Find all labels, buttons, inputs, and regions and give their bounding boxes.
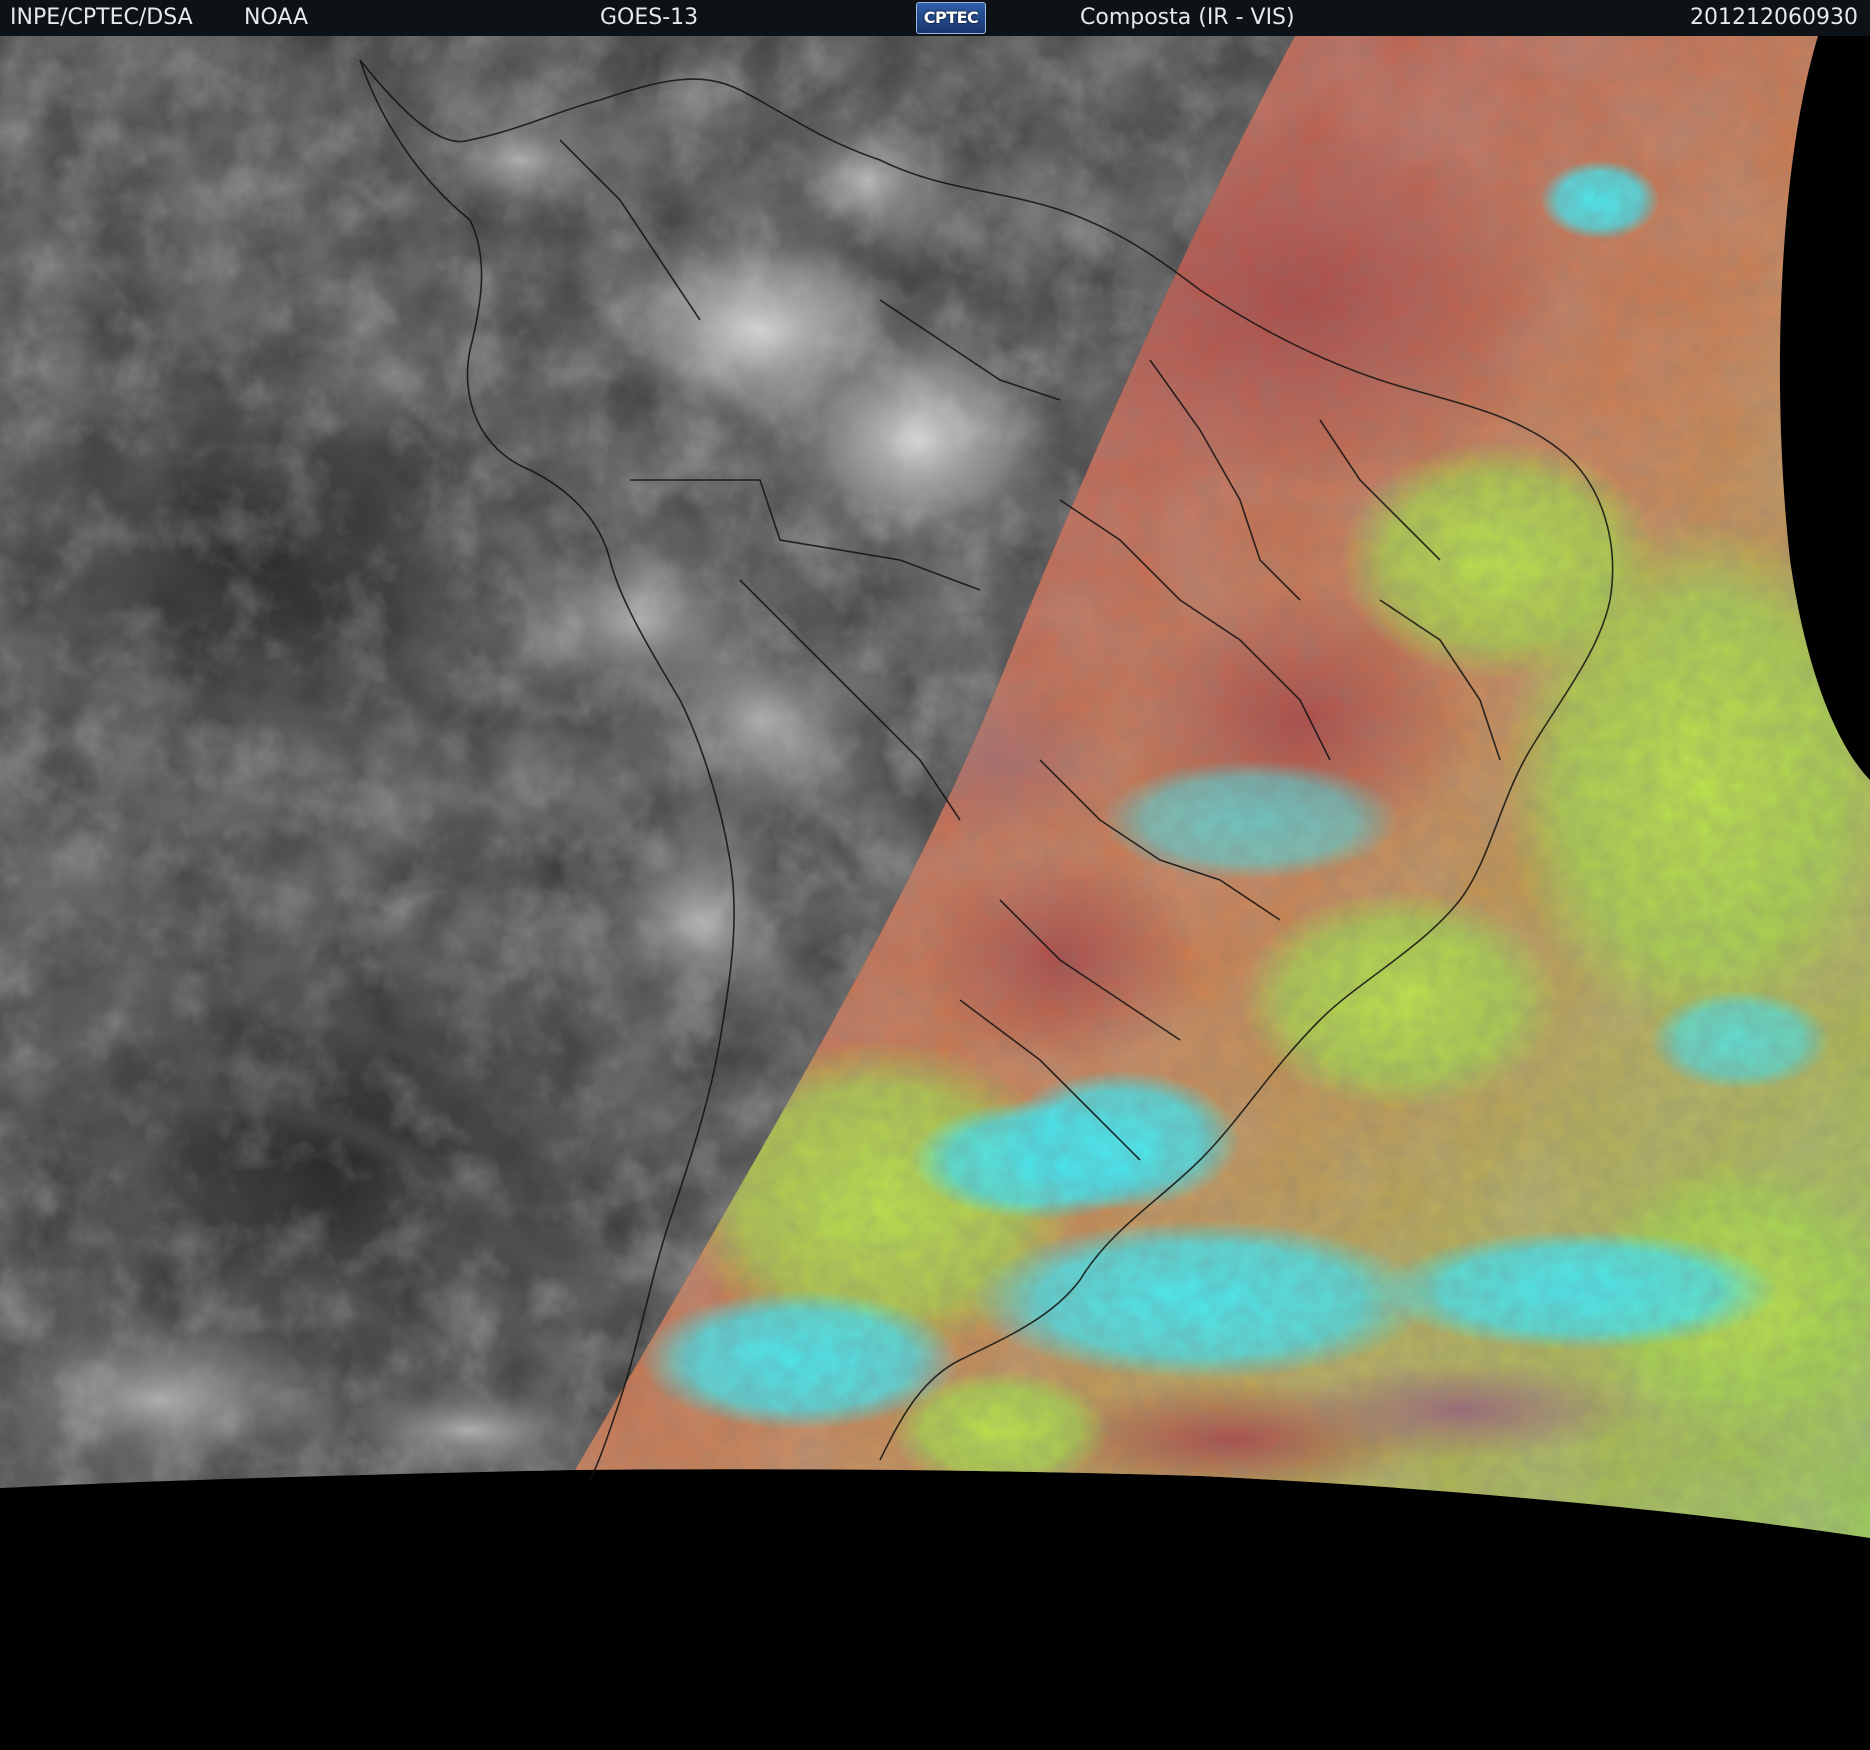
satellite-label: GOES-13 [600, 5, 699, 30]
product-label: Composta (IR - VIS) [1080, 5, 1295, 30]
cptec-logo: CPTEC [916, 2, 986, 34]
cptec-logo-text: CPTEC [923, 8, 979, 27]
satellite-imagery [0, 36, 1870, 1750]
agency-label: NOAA [244, 5, 309, 30]
satellite-image-page: INPE/CPTEC/DSA NOAA GOES-13 CPTEC Compos… [0, 0, 1870, 1750]
institution-label: INPE/CPTEC/DSA [10, 5, 193, 30]
header-bar: INPE/CPTEC/DSA NOAA GOES-13 CPTEC Compos… [0, 0, 1870, 37]
timestamp-label: 201212060930 [1690, 5, 1858, 30]
